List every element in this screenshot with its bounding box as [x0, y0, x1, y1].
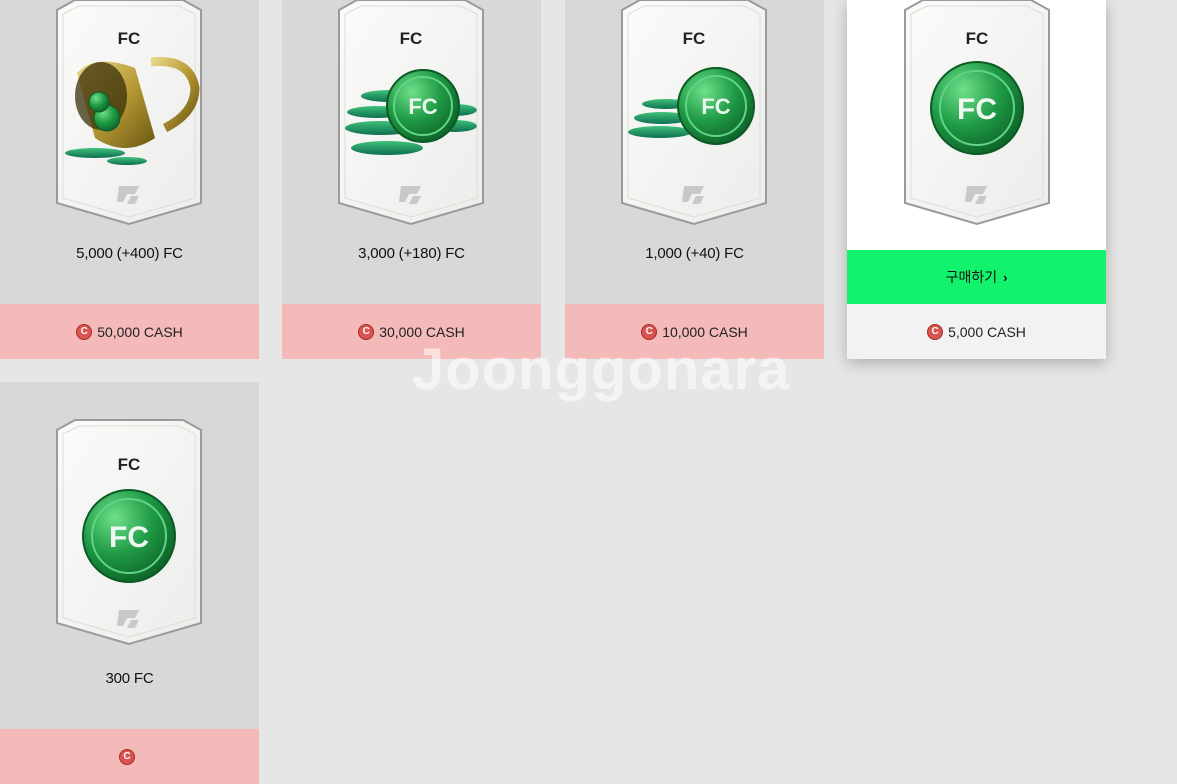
cash-coin-icon: C — [358, 323, 375, 340]
price-bar[interactable]: C 30,000 CASH — [282, 304, 541, 359]
card-fc-label: FC — [966, 29, 989, 48]
product-card-5000fc[interactable]: FC 5,000 (+400) FC C 50,000 CASH — [0, 0, 259, 359]
product-card-3000fc[interactable]: FC FC 3,000 (+180) FC C 30,000 CASH — [282, 0, 541, 359]
product-name: 5,000 (+400) FC — [76, 245, 183, 262]
product-card-1000fc[interactable]: FC FC 1,000 (+40) FC C 10,000 CASH — [565, 0, 824, 359]
product-card-300fc[interactable]: FC FC 300 FC C — [0, 382, 259, 784]
product-name: 3,000 (+180) FC — [358, 245, 465, 262]
cash-coin-icon: C — [641, 323, 658, 340]
buy-button[interactable]: 구매하기 › — [847, 250, 1106, 304]
price-bar[interactable]: C 10,000 CASH — [565, 304, 824, 359]
cash-coin-icon: C — [76, 323, 93, 340]
card-fc-label: FC — [400, 29, 423, 48]
card-fc-label: FC — [683, 29, 706, 48]
buy-label: 구매하기 — [945, 269, 998, 285]
fc-card-image: FC FC — [620, 0, 768, 226]
fc-card-image: FC FC — [55, 418, 203, 646]
product-name: 1,000 (+40) FC — [645, 245, 744, 262]
product-card-500fc[interactable]: FC FC 구매하기 › C 5,000 CASH — [847, 0, 1106, 359]
price-bar[interactable]: C 5,000 CASH — [847, 304, 1106, 359]
card-fc-label: FC — [118, 29, 141, 48]
price-label: 30,000 CASH — [379, 323, 465, 340]
chevron-right-icon: › — [1003, 269, 1008, 285]
card-fc-label: FC — [118, 455, 141, 474]
price-label: 50,000 CASH — [97, 323, 183, 340]
cash-coin-icon: C — [927, 323, 944, 340]
price-bar[interactable]: C 50,000 CASH — [0, 304, 259, 359]
coin-text: FC — [109, 521, 149, 554]
fc-card-image: FC — [55, 0, 203, 226]
coin-text: FC — [957, 93, 997, 126]
price-label: 5,000 CASH — [948, 323, 1026, 340]
fc-card-image: FC FC — [903, 0, 1051, 226]
price-label: 10,000 CASH — [662, 323, 748, 340]
price-bar[interactable]: C — [0, 729, 259, 784]
fc-card-image: FC FC — [337, 0, 485, 226]
product-name: 300 FC — [105, 670, 154, 687]
coin-text: FC — [408, 94, 437, 119]
cash-coin-icon: C — [119, 748, 135, 765]
coin-text: FC — [701, 94, 730, 119]
